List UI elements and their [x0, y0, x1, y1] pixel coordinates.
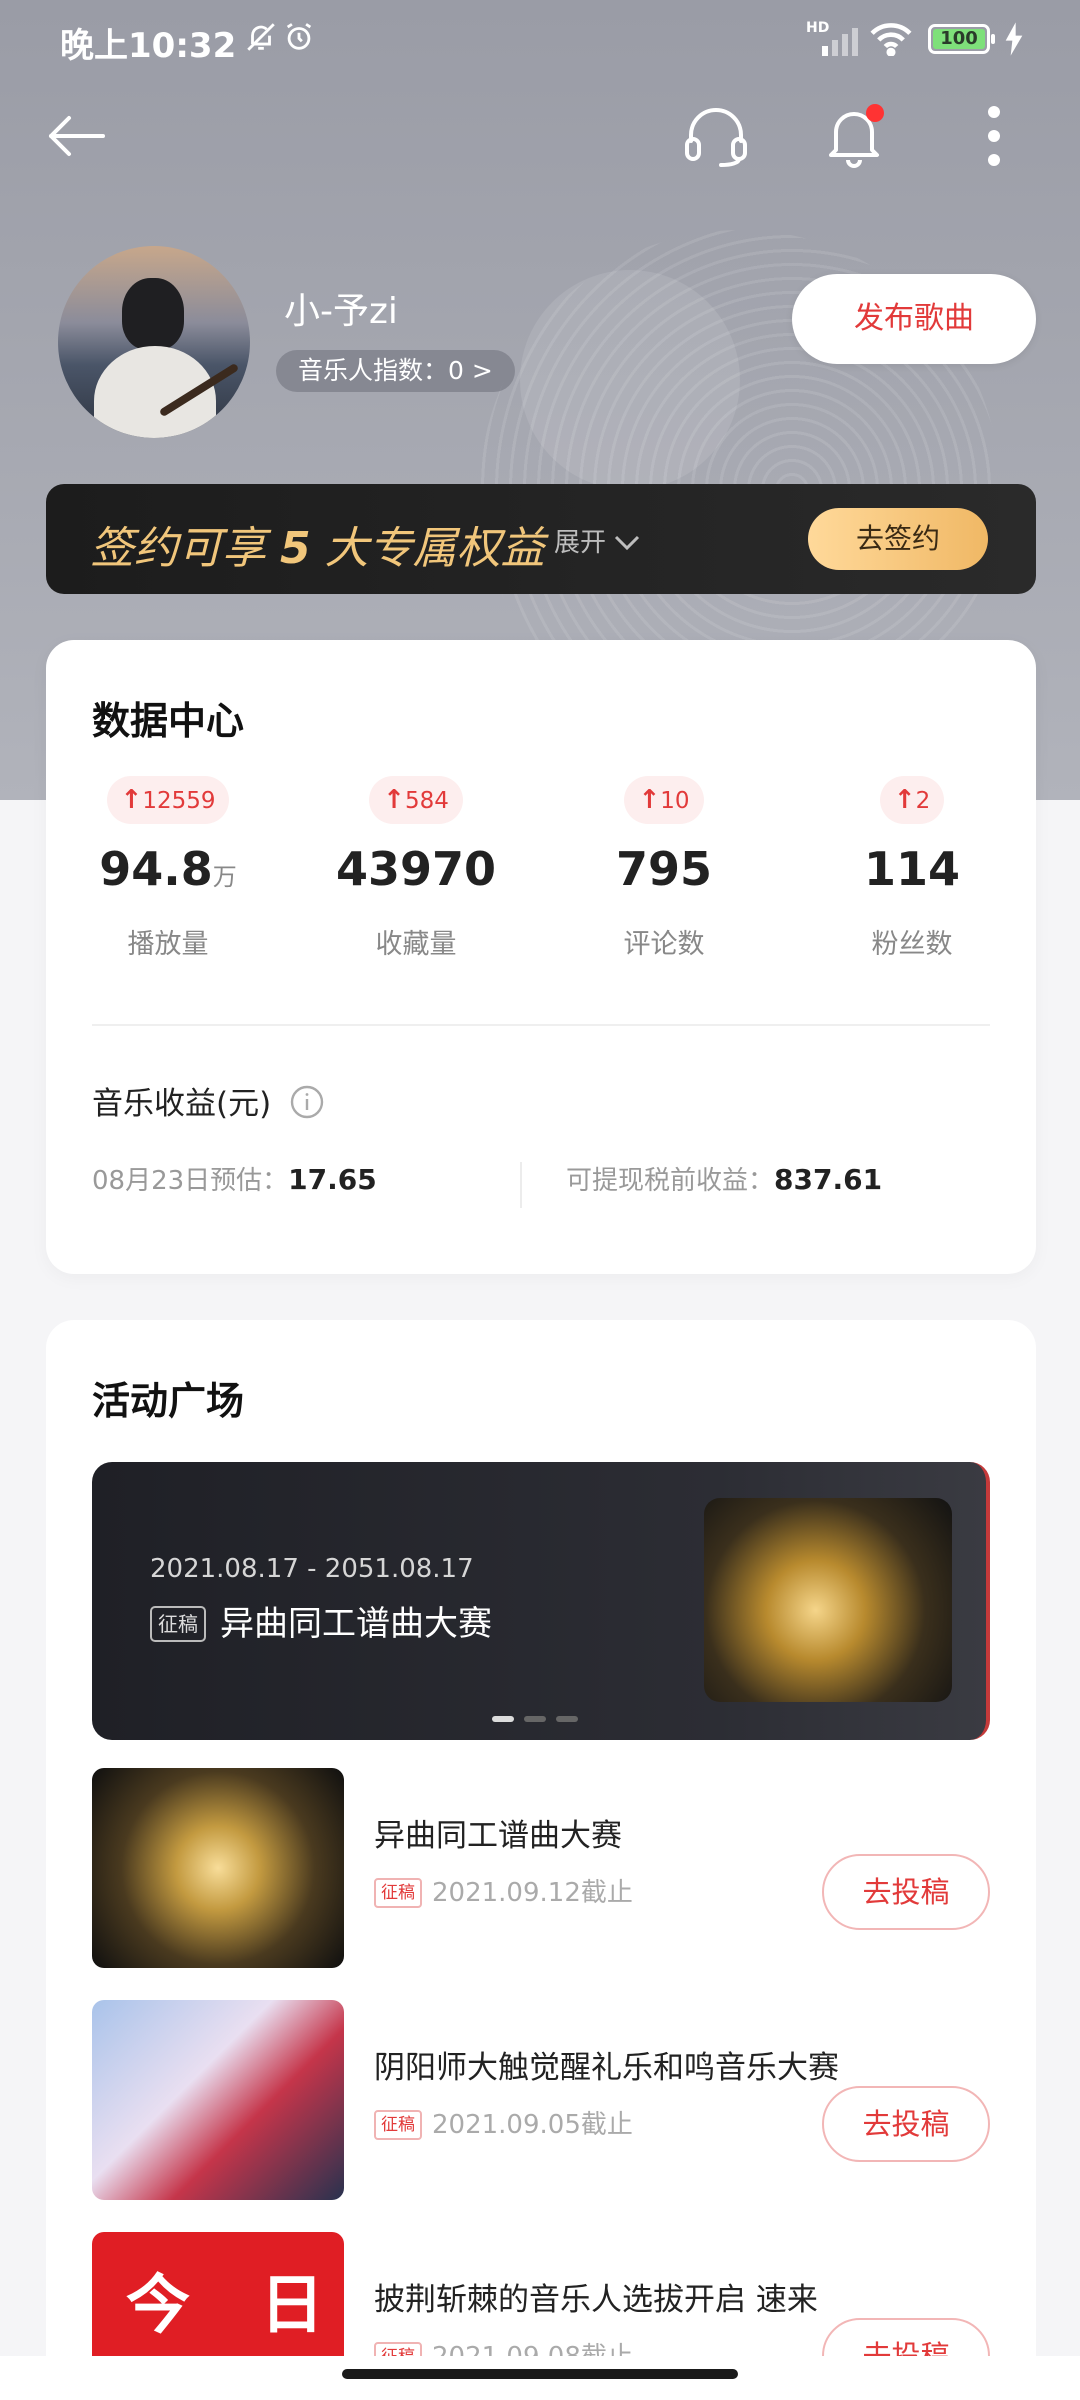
activity-plaza-title: 活动广场 — [92, 1379, 245, 1423]
notifications-button[interactable] — [814, 96, 894, 176]
submit-button[interactable]: 去投稿 — [822, 2086, 990, 2162]
stat-delta: ↑12559 — [106, 776, 230, 824]
activity-plaza-card: 活动广场 2021.08.17 - 2051.08.17 征稿 异曲同工谱曲大赛… — [46, 1320, 1036, 2400]
activity-banner[interactable]: 2021.08.17 - 2051.08.17 征稿 异曲同工谱曲大赛 — [92, 1462, 990, 1740]
stat-label: 播放量 — [127, 929, 209, 960]
divider — [92, 1024, 990, 1026]
banner-title: 异曲同工谱曲大赛 — [220, 1604, 492, 1644]
status-time: 晚上10:32 — [60, 26, 237, 66]
avatar[interactable] — [58, 246, 250, 438]
vertical-divider — [520, 1162, 522, 1208]
submit-button[interactable]: 去投稿 — [822, 1854, 990, 1930]
alarm-icon — [282, 20, 316, 62]
music-income-title: 音乐收益(元) — [92, 1078, 325, 1128]
more-menu-button[interactable] — [954, 96, 1034, 176]
stat-label: 粉丝数 — [871, 929, 953, 960]
stat-comments[interactable]: ↑10 795 评论数 — [540, 776, 788, 961]
sign-contract-banner: 签约可享 5 大专属权益 展开 去签约 — [46, 484, 1036, 594]
banner-image — [704, 1498, 952, 1702]
activity-thumbnail — [92, 1768, 344, 1968]
sign-contract-button[interactable]: 去签约 — [808, 508, 988, 570]
list-item[interactable]: 异曲同工谱曲大赛 征稿 2021.09.12截止 去投稿 — [92, 1768, 990, 1968]
more-vertical-icon — [988, 106, 1000, 166]
data-center-title: 数据中心 — [92, 699, 245, 743]
info-icon[interactable] — [289, 1084, 325, 1128]
status-bar: 晚上10:32 HD 100 — [0, 0, 1080, 80]
hero-decoration-circle — [520, 270, 740, 490]
username: 小-予zi — [284, 291, 398, 332]
expand-label: 展开 — [554, 528, 607, 558]
stat-plays[interactable]: ↑12559 94.8万 播放量 — [44, 776, 292, 961]
stat-label: 评论数 — [623, 929, 705, 960]
expand-toggle[interactable]: 展开 — [554, 522, 640, 559]
battery-icon: 100 — [928, 24, 995, 54]
activity-title: 披荆斩棘的音乐人选拔开启 速来 — [374, 2282, 818, 2318]
stat-value: 43970 — [335, 842, 497, 896]
estimated-income: 08月23日预估：17.65 — [92, 1163, 377, 1196]
stat-fans[interactable]: ↑2 114 粉丝数 — [788, 776, 1036, 961]
carousel-indicator — [492, 1716, 578, 1722]
signal-icon — [806, 26, 858, 64]
activity-title: 阴阳师大触觉醒礼乐和鸣音乐大赛 — [374, 2050, 839, 2086]
activity-title: 异曲同工谱曲大赛 — [374, 1818, 622, 1854]
battery-level: 100 — [933, 29, 985, 49]
stat-value: 114 — [863, 842, 961, 896]
data-center-card: 数据中心 ↑12559 94.8万 播放量 ↑584 43970 收藏量 ↑10… — [46, 640, 1036, 1274]
arrow-left-icon — [49, 116, 105, 156]
stat-delta: ↑584 — [369, 776, 463, 824]
headset-icon — [685, 108, 747, 167]
mute-bell-icon — [244, 20, 278, 62]
list-item[interactable]: 阴阳师大触觉醒礼乐和鸣音乐大赛 征稿 2021.09.05截止 去投稿 — [92, 2000, 990, 2200]
activity-deadline: 征稿 2021.09.12截止 — [374, 1872, 633, 1909]
banner-tag: 征稿 — [150, 1606, 206, 1642]
stat-delta: ↑2 — [879, 776, 945, 824]
charging-icon — [1004, 22, 1024, 64]
stat-value: 795 — [615, 842, 713, 896]
wifi-icon — [868, 22, 914, 64]
publish-song-button[interactable]: 发布歌曲 — [792, 274, 1036, 364]
back-button[interactable] — [36, 96, 116, 176]
notification-badge — [866, 104, 884, 122]
banner-date: 2021.08.17 - 2051.08.17 — [150, 1554, 474, 1584]
stat-value: 94.8万 — [99, 842, 237, 896]
musician-index-pill[interactable]: 音乐人指数：0 > — [276, 350, 515, 392]
chevron-down-icon — [615, 535, 640, 551]
stat-favorites[interactable]: ↑584 43970 收藏量 — [292, 776, 540, 961]
customer-service-button[interactable] — [676, 96, 756, 176]
withdrawable-income: 可提现税前收益：837.61 — [566, 1163, 883, 1196]
activity-thumbnail — [92, 2000, 344, 2200]
stat-delta: ↑10 — [624, 776, 704, 824]
sign-benefits-text: 签约可享 5 大专属权益 — [90, 523, 545, 574]
home-indicator[interactable] — [342, 2369, 738, 2379]
activity-deadline: 征稿 2021.09.05截止 — [374, 2104, 633, 2141]
stat-label: 收藏量 — [375, 929, 457, 960]
